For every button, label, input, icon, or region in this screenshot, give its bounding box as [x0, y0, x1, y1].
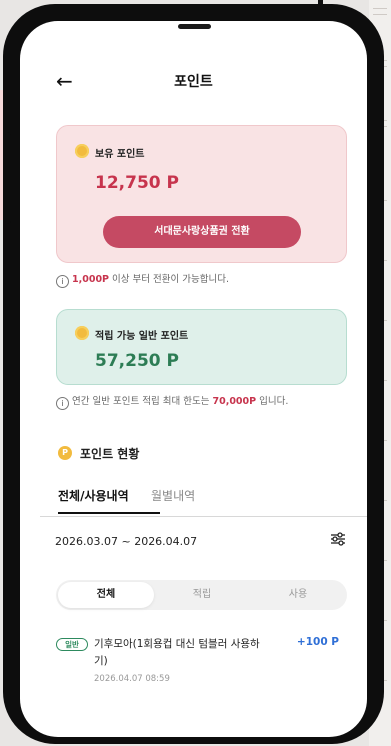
type-segment-control: 전체 적립 사용	[56, 580, 347, 610]
phone-frame: ← 포인트 보유 포인트 12,750 P 서대문사랑상품권 전환 i 1,000…	[3, 4, 384, 744]
transaction-title: 기후모아(1회용컵 대신 텀블러 사용하기)	[94, 638, 260, 667]
transaction-amount: +100 P	[296, 636, 339, 648]
history-tabs: 전체/사용내역 월별내역	[40, 487, 347, 515]
accumulable-points-label: 적립 가능 일반 포인트	[95, 331, 189, 342]
limit-note-suffix: 입니다.	[256, 396, 289, 407]
convert-note-text: 이상 부터 전환이 가능합니다.	[109, 274, 229, 285]
info-icon: i	[56, 275, 69, 288]
phone-screen: ← 포인트 보유 포인트 12,750 P 서대문사랑상품권 전환 i 1,000…	[20, 21, 367, 737]
convert-note-highlight: 1,000P	[72, 274, 110, 285]
date-range[interactable]: 2026.03.07 ~ 2026.04.07	[55, 535, 197, 548]
transaction-row[interactable]: 일반 기후모아(1회용컵 대신 텀블러 사용하기) +100 P 2026.04…	[56, 636, 347, 692]
held-points-label: 보유 포인트	[95, 149, 145, 160]
filter-sliders-icon[interactable]	[330, 531, 346, 547]
phone-speaker	[178, 24, 211, 29]
held-points-card: 보유 포인트 12,750 P 서대문사랑상품권 전환	[56, 125, 347, 263]
limit-note-prefix: 연간 일반 포인트 적립 최대 한도는	[72, 396, 213, 407]
point-badge-icon: P	[58, 446, 72, 460]
coin-icon	[75, 144, 89, 158]
coin-icon	[75, 326, 89, 340]
accumulable-points-amount: 57,250 P	[95, 351, 179, 371]
header: ← 포인트	[20, 69, 367, 95]
point-status-title: 포인트 현황	[80, 447, 140, 461]
tab-monthly[interactable]: 월별내역	[151, 487, 195, 504]
active-tab-indicator	[58, 512, 160, 514]
phone-side-button	[5, 132, 11, 224]
segment-all[interactable]: 전체	[58, 582, 154, 608]
convert-note: i 1,000P 이상 부터 전환이 가능합니다.	[56, 271, 356, 288]
tab-divider	[40, 516, 367, 517]
page-title: 포인트	[174, 74, 213, 90]
segment-earn[interactable]: 적립	[154, 580, 250, 610]
info-icon: i	[56, 397, 69, 410]
held-points-amount: 12,750 P	[95, 173, 179, 193]
accumulable-points-card: 적립 가능 일반 포인트 57,250 P	[56, 309, 347, 385]
segment-use[interactable]: 사용	[250, 580, 346, 610]
limit-note: i 연간 일반 포인트 적립 최대 한도는 70,000P 입니다.	[56, 393, 356, 410]
convert-voucher-button[interactable]: 서대문사랑상품권 전환	[103, 216, 301, 248]
transaction-date: 2026.04.07 08:59	[94, 674, 170, 684]
limit-note-highlight: 70,000P	[212, 396, 257, 407]
transaction-type-badge: 일반	[56, 638, 88, 651]
tab-all-usage[interactable]: 전체/사용내역	[58, 487, 129, 504]
